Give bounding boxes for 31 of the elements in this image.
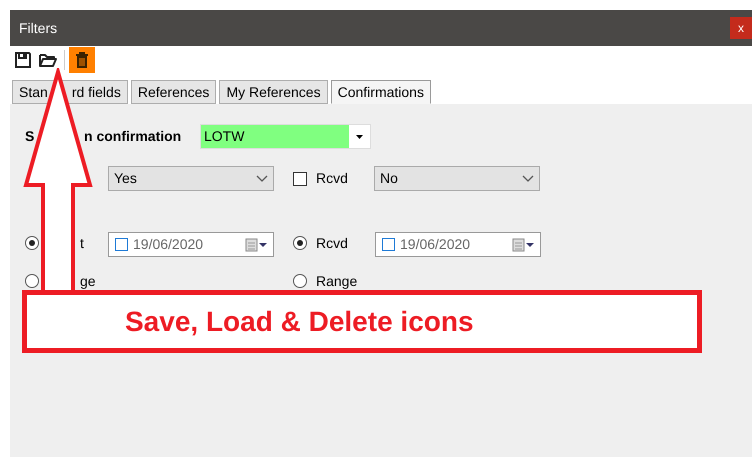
trash-icon[interactable]	[69, 47, 95, 73]
radio-button[interactable]	[25, 274, 39, 288]
radio-label: ge	[80, 272, 96, 291]
date-field[interactable]: 19/06/2020	[375, 232, 541, 257]
field-label: S	[25, 127, 36, 146]
checkbox[interactable]	[382, 238, 395, 251]
sent-dropdown[interactable]: Yes	[108, 166, 274, 191]
radio-button[interactable]	[293, 236, 307, 250]
checkbox[interactable]	[115, 238, 128, 251]
radio-label: Rcvd	[316, 234, 348, 252]
checkbox-label: Rcvd	[316, 169, 349, 188]
tab[interactable]: References	[130, 80, 216, 104]
tab[interactable]: Confirmations	[330, 80, 431, 104]
radio-label: t	[80, 234, 84, 252]
calendar-icon[interactable]	[512, 238, 536, 252]
confirmation-combo[interactable]: LOTW	[200, 124, 371, 149]
window-title: Filters	[19, 18, 58, 38]
callout-text: Save, Load & Delete icons	[125, 304, 474, 338]
date-field[interactable]: 19/06/2020	[108, 232, 274, 257]
checkbox[interactable]	[293, 172, 307, 186]
field-label: n confirmation	[84, 127, 182, 146]
rcvd-dropdown[interactable]: No	[374, 166, 540, 191]
tab[interactable]: My References	[219, 80, 328, 104]
radio-button[interactable]	[25, 236, 39, 250]
calendar-icon[interactable]	[245, 238, 269, 252]
radio-label: Range	[316, 272, 358, 291]
radio-button[interactable]	[293, 274, 307, 288]
chevron-icon	[522, 174, 534, 182]
caret-icon	[356, 134, 363, 138]
close-button[interactable]: x	[730, 17, 752, 39]
chevron-icon	[256, 174, 268, 182]
